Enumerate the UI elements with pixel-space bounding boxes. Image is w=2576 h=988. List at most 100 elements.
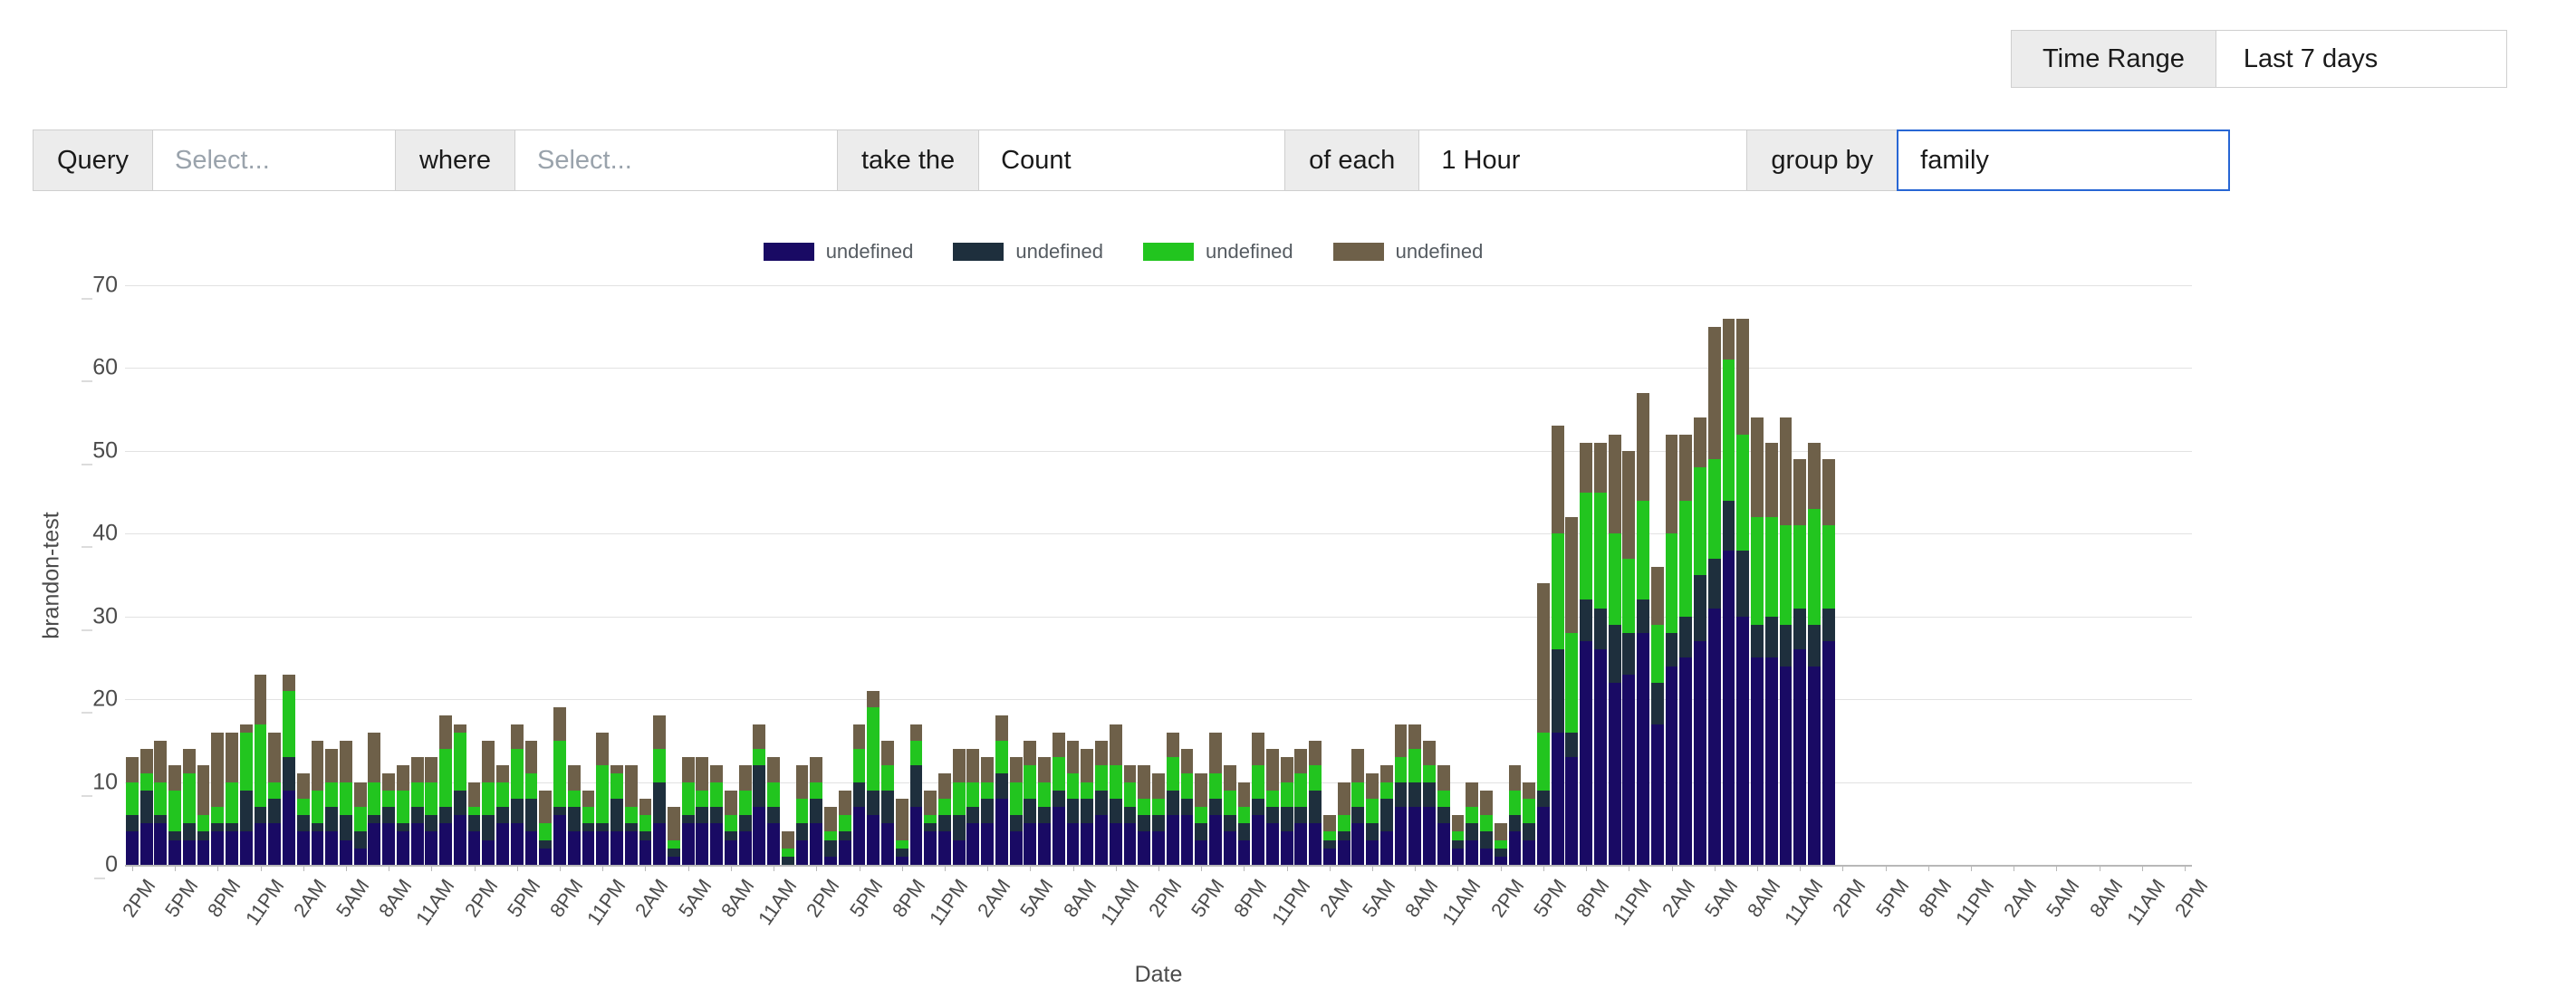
bar-stack[interactable] [867,691,879,865]
bar-stack[interactable] [1423,741,1436,865]
query-interval-select[interactable]: 1 Hour [1418,129,1746,191]
legend-item[interactable]: undefined [764,240,914,264]
bar-stack[interactable] [896,799,908,865]
bar-stack[interactable] [696,757,708,865]
time-range-control[interactable]: Time Range Last 7 days [2011,30,2507,88]
bar-stack[interactable] [839,791,851,865]
bar-stack[interactable] [168,765,181,865]
bar-stack[interactable] [268,733,281,865]
bar-stack[interactable] [255,675,267,865]
bar-stack[interactable] [1751,417,1764,865]
bar-stack[interactable] [1609,435,1621,865]
bar-stack[interactable] [539,791,552,865]
bar-stack[interactable] [425,757,437,865]
bar-stack[interactable] [454,724,466,865]
bar-stack[interactable] [1437,765,1450,865]
bar-stack[interactable] [938,773,951,865]
bar-stack[interactable] [1294,749,1307,865]
query-aggregate-select[interactable]: Count [978,129,1284,191]
bar-stack[interactable] [981,757,994,865]
bar-stack[interactable] [553,707,566,865]
bar-stack[interactable] [1081,749,1093,865]
bar-stack[interactable] [568,765,581,865]
bar-stack[interactable] [1209,733,1222,865]
bar-stack[interactable] [397,765,409,865]
bar-stack[interactable] [1580,443,1592,865]
bar-stack[interactable] [1480,791,1493,865]
bar-stack[interactable] [1024,741,1036,865]
bar-stack[interactable] [1822,459,1835,865]
bar-stack[interactable] [1723,319,1735,865]
bar-stack[interactable] [796,765,809,865]
bar-stack[interactable] [810,757,822,865]
bar-stack[interactable] [1408,724,1421,865]
bar-stack[interactable] [1736,319,1749,865]
bar-stack[interactable] [197,765,210,865]
bar-stack[interactable] [340,741,352,865]
bar-stack[interactable] [1152,773,1165,865]
bar-stack[interactable] [1124,765,1137,865]
legend-item[interactable]: undefined [1333,240,1484,264]
bar-stack[interactable] [312,741,324,865]
bar-stack[interactable] [382,773,395,865]
bar-stack[interactable] [1495,823,1507,865]
bar-stack[interactable] [1666,435,1678,865]
bar-stack[interactable] [1010,757,1023,865]
bar-stack[interactable] [739,765,752,865]
bar-stack[interactable] [1224,765,1236,865]
bar-stack[interactable] [753,724,765,865]
bar-stack[interactable] [482,741,495,865]
bar-stack[interactable] [1053,733,1065,865]
bar-stack[interactable] [924,791,937,865]
bar-stack[interactable] [354,782,367,865]
bar-stack[interactable] [1351,749,1364,865]
bar-stack[interactable] [439,715,452,865]
bar-stack[interactable] [1694,417,1706,865]
bar-stack[interactable] [525,741,538,865]
bar-stack[interactable] [625,765,638,865]
bar-stack[interactable] [183,749,196,865]
bar-stack[interactable] [767,757,780,865]
bar-stack[interactable] [653,715,666,865]
bar-stack[interactable] [226,733,238,865]
bar-stack[interactable] [411,757,424,865]
bar-stack[interactable] [283,675,295,865]
bar-stack[interactable] [668,807,680,865]
bar-stack[interactable] [1195,773,1207,865]
bar-stack[interactable] [1338,782,1350,865]
bar-stack[interactable] [126,757,139,865]
bar-stack[interactable] [824,807,837,865]
bar-stack[interactable] [468,782,481,865]
bar-stack[interactable] [1552,426,1564,865]
bar-stack[interactable] [1038,757,1051,865]
bar-stack[interactable] [1565,517,1578,865]
bar-stack[interactable] [325,749,338,865]
bar-stack[interactable] [511,724,524,865]
bar-stack[interactable] [953,749,966,865]
bar-stack[interactable] [1466,782,1478,865]
query-group-by-select[interactable]: family [1897,129,2230,191]
bar-stack[interactable] [1167,733,1179,865]
bar-stack[interactable] [853,724,866,865]
bar-stack[interactable] [240,724,253,865]
bar-stack[interactable] [1594,443,1607,865]
bar-stack[interactable] [1266,749,1279,865]
bar-stack[interactable] [1708,327,1721,865]
bar-stack[interactable] [1780,417,1793,865]
bar-stack[interactable] [154,741,167,865]
bar-stack[interactable] [639,799,652,865]
bar-stack[interactable] [881,741,894,865]
bar-stack[interactable] [910,724,923,865]
bar-stack[interactable] [1252,733,1264,865]
bar-stack[interactable] [1309,741,1322,865]
bar-stack[interactable] [782,831,794,865]
legend-item[interactable]: undefined [1143,240,1293,264]
query-source-select[interactable]: Select... [152,129,395,191]
bar-stack[interactable] [1380,765,1393,865]
bar-stack[interactable] [1181,749,1194,865]
bar-stack[interactable] [710,765,723,865]
bar-stack[interactable] [1238,782,1251,865]
bar-stack[interactable] [496,765,509,865]
bar-stack[interactable] [1095,741,1108,865]
bar-stack[interactable] [596,733,609,865]
